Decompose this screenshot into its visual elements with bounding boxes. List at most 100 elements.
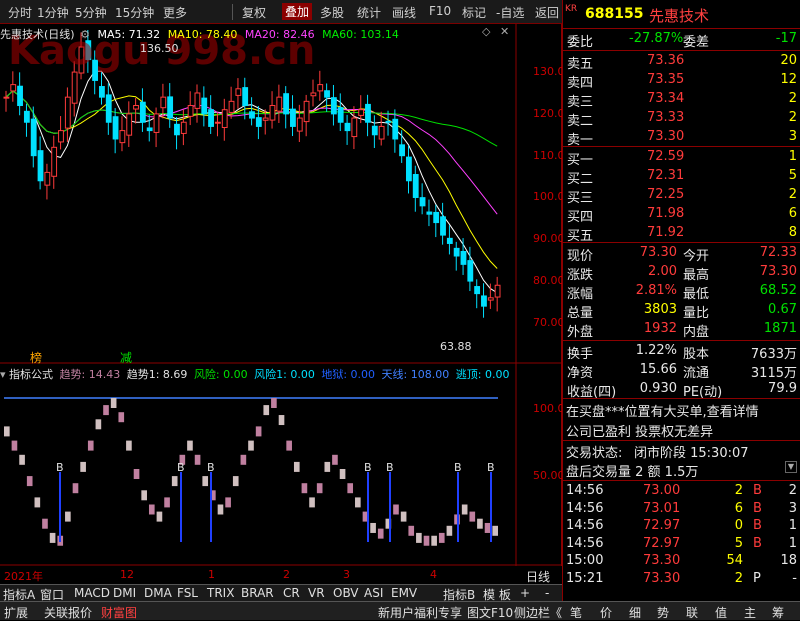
- toolbar-item-biaoji[interactable]: 标记: [462, 4, 486, 21]
- tick-row[interactable]: 14:56 72.97 0 B 1: [563, 517, 800, 536]
- candle-body: [474, 286, 481, 295]
- quote-stat-row[interactable]: 总量 3803 量比 0.67: [563, 301, 800, 321]
- stat-value: 73.30: [759, 264, 797, 279]
- tab-cr[interactable]: CR: [283, 586, 300, 600]
- indicator-name[interactable]: 指标公式: [9, 368, 53, 381]
- tick-row[interactable]: 14:56 72.97 5 B 1: [563, 535, 800, 554]
- quote-stat-row[interactable]: 涨跌 2.00 最高 73.30: [563, 263, 800, 283]
- side-tab-zhu[interactable]: 主: [744, 604, 756, 621]
- indicator-legend: ▾ 指标公式 趋势: 14.43 趋势1: 8.69 风险: 0.00 风险1:…: [0, 366, 509, 382]
- tab-vr[interactable]: VR: [308, 586, 325, 600]
- settings-icon[interactable]: ⚙: [80, 28, 90, 41]
- tab-brar[interactable]: BRAR: [241, 586, 274, 600]
- ask-row[interactable]: 卖四 73.35 12: [563, 71, 800, 91]
- side-tab-bi[interactable]: 笔: [570, 604, 582, 621]
- tab-minus[interactable]: -: [545, 586, 549, 600]
- toolbar-item-tongji[interactable]: 统计: [357, 4, 381, 21]
- bid-row[interactable]: 买五 71.92 8: [563, 224, 800, 244]
- tick-row[interactable]: 15:21 73.30 2 P -: [563, 570, 800, 589]
- tab-plus[interactable]: +: [520, 586, 530, 600]
- indicator-chart[interactable]: [0, 364, 562, 566]
- tab-trix[interactable]: TRIX: [207, 586, 234, 600]
- scroll-arrow-icon[interactable]: ▼: [785, 461, 797, 473]
- candle-body: [160, 96, 167, 109]
- quote-stat-row[interactable]: 净资 15.66 流通 3115万: [563, 361, 800, 381]
- status-sidebar[interactable]: 侧边栏《: [514, 604, 562, 621]
- toolbar-item-fuquan[interactable]: 复权: [242, 4, 266, 21]
- quote-stat-row[interactable]: 现价 73.30 今开 72.33: [563, 244, 800, 264]
- bid-row[interactable]: 买三 72.25 2: [563, 186, 800, 206]
- tab-dmi[interactable]: DMI: [113, 586, 136, 600]
- tab-emv[interactable]: EMV: [391, 586, 417, 600]
- ask-row[interactable]: 卖二 73.33 2: [563, 109, 800, 129]
- toolbar-item-more[interactable]: 更多: [163, 4, 187, 21]
- toolbar-item-5min[interactable]: 5分钟: [75, 4, 107, 21]
- tick-price: 72.97: [643, 535, 681, 551]
- status-f10[interactable]: 图文F10: [467, 604, 513, 621]
- candle-body: [255, 117, 262, 127]
- status-wealth-chart[interactable]: 财富图: [101, 604, 137, 621]
- toolbar-item-15min[interactable]: 15分钟: [115, 4, 154, 21]
- toolbar-item-diejia[interactable]: 叠加: [282, 3, 313, 20]
- tab-asi[interactable]: ASI: [364, 586, 383, 600]
- side-tab-shi[interactable]: 势: [657, 604, 669, 621]
- candle-body: [105, 94, 112, 123]
- notice-row[interactable]: 在买盘***位置有大买单,查看详情: [563, 400, 800, 420]
- toolbar-item-zixuan[interactable]: -自选: [496, 4, 524, 21]
- side-tab-zhi[interactable]: 值: [715, 604, 727, 621]
- quote-stat-row[interactable]: 外盘 1932 内盘 1871: [563, 320, 800, 340]
- tick-row[interactable]: 14:56 73.01 6 B 3: [563, 500, 800, 519]
- bid-row[interactable]: 买四 71.98 6: [563, 205, 800, 225]
- tick-side: B: [753, 483, 762, 498]
- bid-row[interactable]: 买二 72.31 5: [563, 167, 800, 187]
- indicator-bar: [446, 525, 453, 536]
- indicator-bar: [240, 454, 247, 465]
- notice-big-order[interactable]: 在买盘***位置有大买单,查看详情: [566, 401, 759, 420]
- ind-y-tick: 50.00: [533, 469, 565, 482]
- quote-stat-row[interactable]: 收益(四) 0.930 PE(动) 79.9: [563, 380, 800, 400]
- ask-row[interactable]: 卖一 73.30 3: [563, 128, 800, 148]
- quote-stat-row[interactable]: 涨幅 2.81% 最低 68.52: [563, 282, 800, 302]
- candle-body: [337, 107, 344, 123]
- quote-stat-row[interactable]: 换手 1.22% 股本 7633万: [563, 342, 800, 362]
- tab-dma[interactable]: DMA: [144, 586, 172, 600]
- toolbar-item-f10[interactable]: F10: [429, 4, 451, 18]
- candle-body: [460, 250, 467, 265]
- bid-row[interactable]: 买一 72.59 1: [563, 148, 800, 168]
- ask-label: 卖四: [567, 76, 594, 91]
- tick-row[interactable]: 14:56 73.00 2 B 2: [563, 482, 800, 501]
- status-expand[interactable]: 扩展: [4, 604, 28, 621]
- tick-row[interactable]: 15:00 73.30 54 18: [563, 552, 800, 571]
- indicator-menu-icon[interactable]: ▾: [0, 368, 6, 381]
- side-tab-lian[interactable]: 联: [686, 604, 698, 621]
- candle-body: [269, 105, 276, 121]
- ask-row[interactable]: 卖三 73.34 2: [563, 90, 800, 110]
- candle-body: [201, 97, 208, 115]
- tab-fsl[interactable]: FSL: [177, 586, 198, 600]
- toolbar-item-1min[interactable]: 1分钟: [37, 4, 69, 21]
- side-tab-xi[interactable]: 细: [629, 604, 641, 621]
- kline-chart[interactable]: [0, 24, 562, 364]
- toolbar-item-duogu[interactable]: 多股: [320, 4, 344, 21]
- tab-macd[interactable]: MACD: [74, 586, 110, 600]
- stat-value: 15.66: [639, 362, 677, 377]
- toolbar-item-huaxian[interactable]: 画线: [392, 4, 416, 21]
- period-label[interactable]: 日线: [526, 568, 550, 585]
- ask-row[interactable]: 卖五 73.36 20: [563, 52, 800, 72]
- close-icon[interactable]: ✕: [500, 25, 509, 38]
- candle-body: [412, 174, 419, 198]
- diamond-icon[interactable]: ◇: [482, 25, 490, 38]
- toolbar-item-back[interactable]: 返回: [535, 4, 559, 21]
- status-new-user[interactable]: 新用户福利专享: [378, 604, 462, 621]
- indicator-bar: [202, 476, 209, 487]
- side-tab-chou[interactable]: 筹: [772, 604, 784, 621]
- toolbar-item-fenshi[interactable]: 分时: [8, 4, 32, 21]
- candle-body: [187, 105, 194, 117]
- tab-obv[interactable]: OBV: [333, 586, 359, 600]
- side-tab-jia[interactable]: 价: [600, 604, 612, 621]
- kline-panel[interactable]: Kaogu 998.cn 先惠技术(日线) ⚙ MA5: 71.32 MA10:…: [0, 24, 565, 365]
- indicator-panel[interactable]: ▾ 指标公式 趋势: 14.43 趋势1: 8.69 风险: 0.00 风险1:…: [0, 364, 565, 566]
- candle-body: [146, 127, 153, 132]
- x-axis: 2021年 12 1 2 3 4 日线: [0, 566, 562, 584]
- status-related-quote[interactable]: 关联报价: [44, 604, 92, 621]
